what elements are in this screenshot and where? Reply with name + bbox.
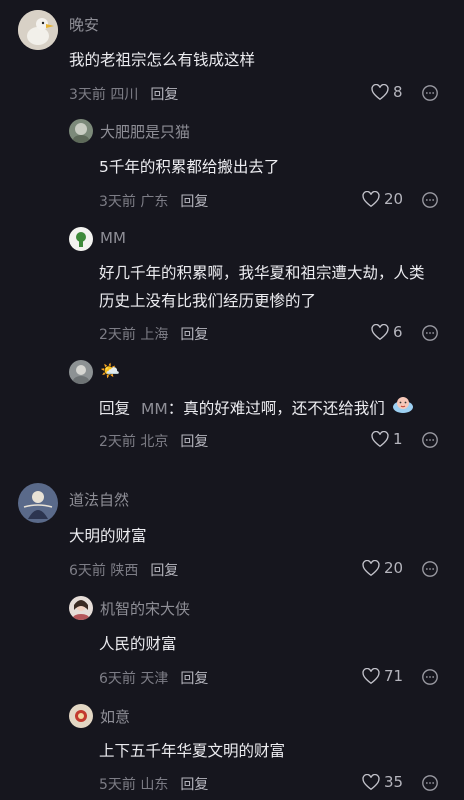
like-button[interactable]: 20 bbox=[362, 559, 403, 577]
avatar-image bbox=[69, 119, 93, 143]
like-count: 71 bbox=[384, 667, 404, 685]
more-options-icon[interactable] bbox=[421, 324, 439, 342]
avatar[interactable] bbox=[18, 483, 58, 523]
blush-emoji-icon bbox=[392, 394, 414, 424]
like-count: 20 bbox=[384, 190, 404, 208]
like-button[interactable]: 20 bbox=[362, 190, 403, 208]
comment-meta: 3天前 四川 回复 bbox=[69, 84, 178, 104]
more-options-icon[interactable] bbox=[421, 191, 439, 209]
avatar[interactable] bbox=[69, 119, 93, 143]
heart-outline-icon bbox=[371, 430, 389, 447]
like-button[interactable]: 35 bbox=[362, 773, 403, 791]
more-options-icon[interactable] bbox=[421, 560, 439, 578]
comment-text: 5千年的积累都给搬出去了 bbox=[99, 158, 280, 176]
like-count: 1 bbox=[393, 430, 403, 448]
heart-outline-icon bbox=[362, 667, 380, 684]
comment-time-location: 6天前 天津 bbox=[99, 671, 169, 687]
heart-outline-icon bbox=[362, 559, 380, 576]
reply-button[interactable]: 回复 bbox=[150, 563, 178, 579]
comment-body: ：真的好难过啊，还不还给我们 bbox=[167, 399, 385, 418]
avatar[interactable] bbox=[69, 227, 93, 251]
like-count: 20 bbox=[384, 559, 404, 577]
like-button[interactable]: 8 bbox=[371, 83, 403, 101]
heart-outline-icon bbox=[362, 190, 380, 207]
commenter-name[interactable]: 机智的宋大侠 bbox=[100, 598, 190, 619]
avatar-image bbox=[18, 10, 58, 50]
avatar-image bbox=[69, 360, 93, 384]
comment-text: 上下五千年华夏文明的财富 bbox=[99, 742, 286, 760]
comment-meta: 6天前 天津 回复 bbox=[99, 668, 208, 688]
comment-time-location: 5天前 山东 bbox=[99, 777, 169, 793]
commenter-name[interactable]: 晚安 bbox=[69, 14, 99, 35]
reply-button[interactable]: 回复 bbox=[180, 434, 208, 450]
like-count: 6 bbox=[393, 323, 403, 341]
comment-time-location: 3天前 四川 bbox=[69, 87, 139, 103]
reply-button[interactable]: 回复 bbox=[180, 194, 208, 210]
like-button[interactable]: 6 bbox=[371, 323, 403, 341]
comment-meta: 3天前 广东 回复 bbox=[99, 191, 208, 211]
like-count: 8 bbox=[393, 83, 403, 101]
more-options-icon[interactable] bbox=[421, 431, 439, 449]
commenter-name[interactable]: 道法自然 bbox=[69, 489, 129, 510]
comment-text: 大明的财富 bbox=[69, 527, 147, 545]
avatar-image bbox=[69, 596, 93, 620]
like-count: 35 bbox=[384, 773, 404, 791]
avatar-image bbox=[69, 704, 93, 728]
comment-text-line: 历史上没有比我们经历更惨的了 bbox=[99, 292, 317, 310]
like-button[interactable]: 71 bbox=[362, 667, 403, 685]
avatar[interactable] bbox=[69, 596, 93, 620]
comment-text: 人民的财富 bbox=[99, 635, 177, 653]
comment-meta: 2天前 北京 回复 bbox=[99, 431, 208, 451]
reply-button[interactable]: 回复 bbox=[180, 671, 208, 687]
like-button[interactable]: 1 bbox=[371, 430, 403, 448]
heart-outline-icon bbox=[371, 323, 389, 340]
more-options-icon[interactable] bbox=[421, 774, 439, 792]
commenter-name[interactable]: 大肥肥是只猫 bbox=[100, 121, 190, 142]
comment-time-location: 2天前 上海 bbox=[99, 327, 169, 343]
reply-prefix: 回复 bbox=[99, 399, 131, 418]
comment-time-location: 6天前 陕西 bbox=[69, 563, 139, 579]
reply-button[interactable]: 回复 bbox=[150, 87, 178, 103]
more-options-icon[interactable] bbox=[421, 668, 439, 686]
heart-outline-icon bbox=[362, 773, 380, 790]
reply-button[interactable]: 回复 bbox=[180, 327, 208, 343]
reply-button[interactable]: 回复 bbox=[180, 777, 208, 793]
comment-text-line: 好几千年的积累啊，我华夏和祖宗遭大劫，人类 bbox=[99, 264, 425, 282]
heart-outline-icon bbox=[371, 83, 389, 100]
comment-time-location: 2天前 北京 bbox=[99, 434, 169, 450]
commenter-name[interactable]: MM bbox=[100, 229, 126, 247]
commenter-name[interactable]: 如意 bbox=[100, 706, 130, 727]
comment-text: 回复 MM：真的好难过啊，还不还给我们 bbox=[99, 394, 414, 424]
avatar[interactable] bbox=[18, 10, 58, 50]
avatar-image bbox=[18, 483, 58, 523]
comment-meta: 5天前 山东 回复 bbox=[99, 774, 208, 794]
comment-time-location: 3天前 广东 bbox=[99, 194, 169, 210]
avatar-image bbox=[69, 227, 93, 251]
comment-meta: 6天前 陕西 回复 bbox=[69, 560, 178, 580]
avatar[interactable] bbox=[69, 704, 93, 728]
commenter-name[interactable]: 🌤️ bbox=[100, 361, 120, 380]
more-options-icon[interactable] bbox=[421, 84, 439, 102]
avatar[interactable] bbox=[69, 360, 93, 384]
comment-meta: 2天前 上海 回复 bbox=[99, 324, 208, 344]
mentioned-user[interactable]: MM bbox=[141, 400, 168, 418]
comment-text: 我的老祖宗怎么有钱成这样 bbox=[69, 51, 256, 69]
